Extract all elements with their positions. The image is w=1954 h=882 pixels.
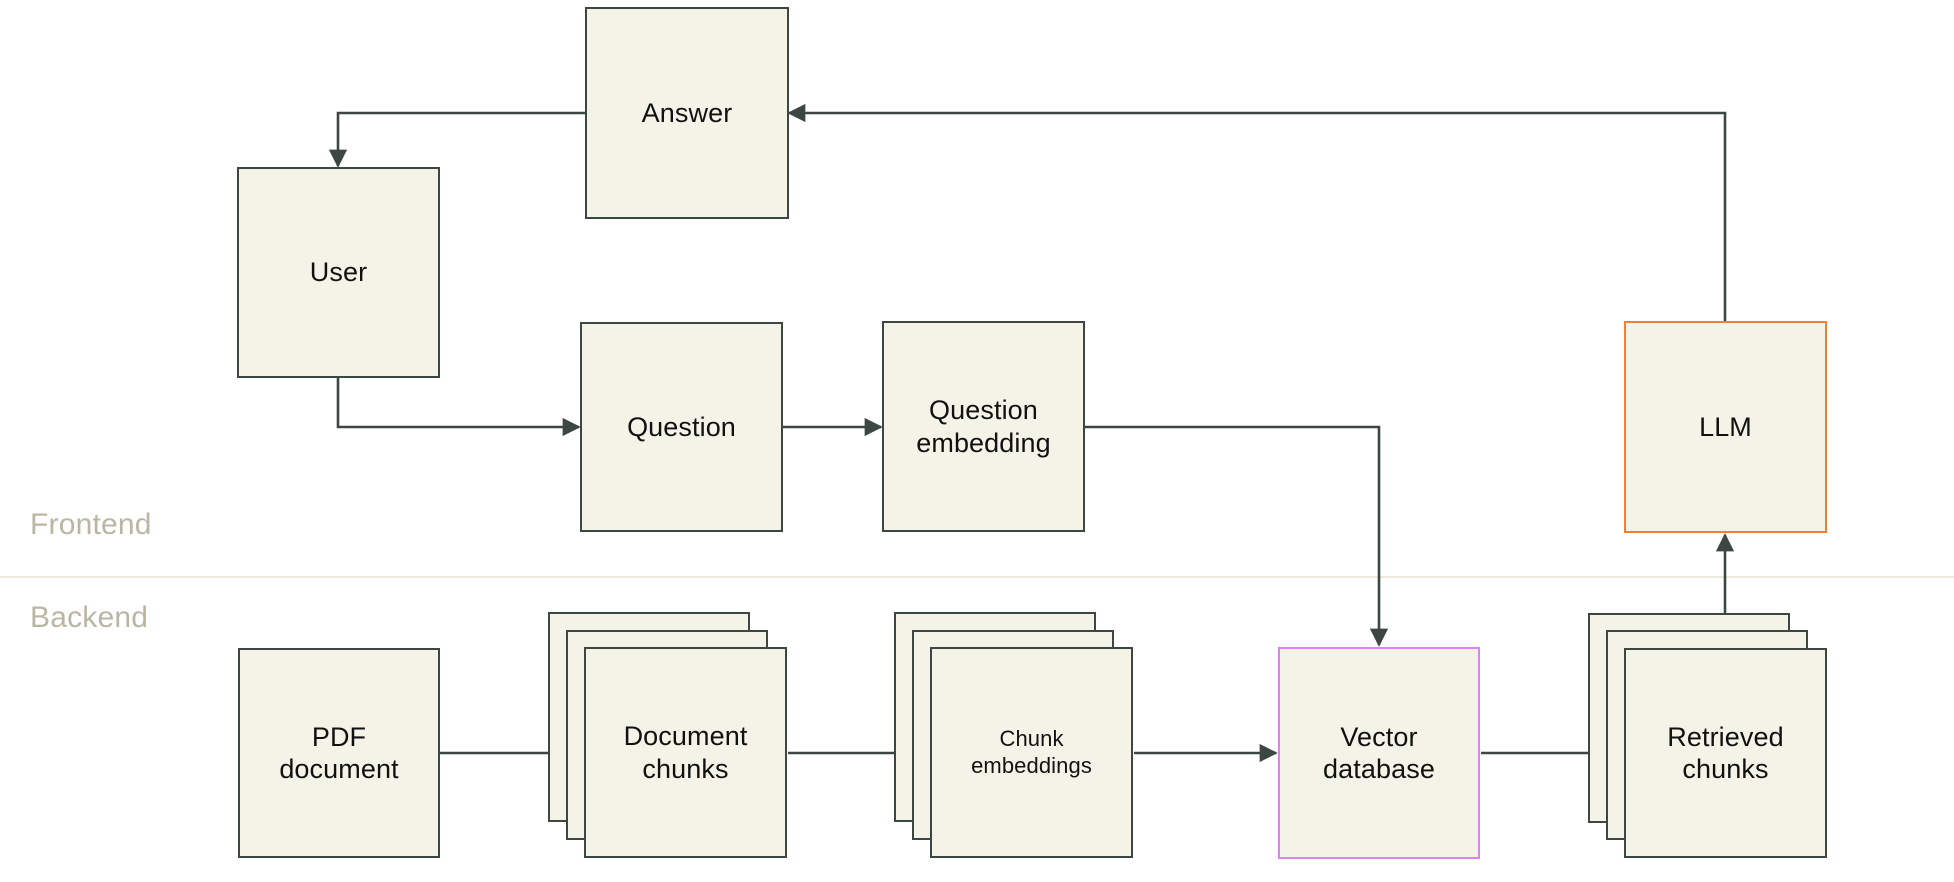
- edge-answer-to-user: [328, 111, 585, 168]
- edge-user-to-question: [336, 378, 581, 437]
- node-retrieved-chunks-label: Retrieved chunks: [1667, 721, 1784, 784]
- node-question-embedding[interactable]: Question embedding: [882, 321, 1085, 532]
- node-chunk-embeddings-label: Chunk embeddings: [971, 726, 1092, 778]
- node-llm-label: LLM: [1699, 411, 1752, 442]
- edge-llm-to-answer: [787, 103, 1727, 321]
- swimlane-divider: [0, 576, 1954, 578]
- node-llm[interactable]: LLM: [1624, 321, 1827, 533]
- node-document-chunks-label: Document chunks: [623, 721, 748, 784]
- node-chunk-embeddings[interactable]: Chunk embeddings: [930, 647, 1133, 858]
- node-user[interactable]: User: [237, 167, 440, 378]
- edge-question-embedding-to-vector-database: [1058, 425, 1389, 647]
- diagram-canvas: Frontend Backend Answer User Question Qu…: [0, 0, 1954, 882]
- node-vector-database-label: Vector database: [1323, 721, 1435, 784]
- swimlane-label-backend: Backend: [30, 601, 149, 634]
- node-pdf-document[interactable]: PDF document: [238, 648, 440, 858]
- node-user-label: User: [309, 257, 368, 288]
- node-answer[interactable]: Answer: [585, 7, 789, 219]
- node-answer-label: Answer: [641, 97, 733, 128]
- node-vector-database[interactable]: Vector database: [1278, 647, 1480, 859]
- node-pdf-document-label: PDF document: [279, 721, 399, 784]
- node-question[interactable]: Question: [580, 322, 783, 532]
- node-document-chunks[interactable]: Document chunks: [584, 647, 787, 858]
- swimlane-label-frontend: Frontend: [30, 508, 152, 541]
- node-question-embedding-label: Question embedding: [916, 395, 1051, 458]
- node-retrieved-chunks[interactable]: Retrieved chunks: [1624, 648, 1827, 858]
- node-question-label: Question: [627, 411, 736, 442]
